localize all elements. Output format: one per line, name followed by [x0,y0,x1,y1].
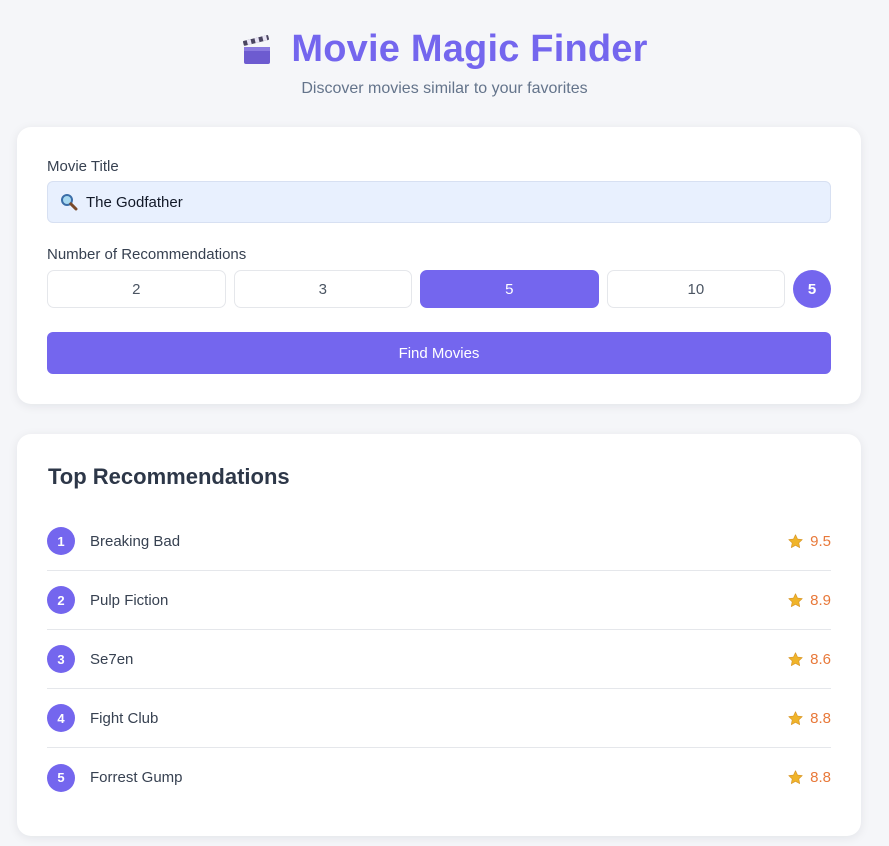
selected-count-badge: 5 [793,270,832,308]
count-option-2[interactable]: 2 [47,270,226,308]
rating-value: 8.9 [810,591,831,609]
page-subtitle: Discover movies similar to your favorite… [301,80,588,97]
star-icon [788,533,803,548]
star-icon [788,592,803,607]
results-list: 1 Breaking Bad 9.5 2 Pulp Fiction 8.9 3 … [47,512,831,807]
movie-name: Pulp Fiction [90,591,169,609]
movie-title-input[interactable] [86,182,830,222]
rank-badge: 4 [47,704,75,732]
magnifier-icon [61,194,78,211]
star-icon [788,651,803,666]
rating: 8.8 [787,769,831,786]
rank-badge: 2 [47,586,75,614]
count-option-3[interactable]: 3 [233,270,413,308]
results-card: Top Recommendations 1 Breaking Bad 9.5 2… [17,434,861,836]
movie-name: Breaking Bad [90,532,181,550]
app-header: Movie Magic Finder Discover movies simil… [0,26,889,98]
star-icon [788,770,803,784]
rating: 9.5 [787,533,831,550]
result-item[interactable]: 1 Breaking Bad 9.5 [47,512,831,571]
result-item[interactable]: 3 Se7en 8.6 [47,630,831,689]
find-movies-button[interactable]: Find Movies [47,332,831,374]
rating: 8.9 [787,592,831,609]
movie-name: Se7en [90,650,134,668]
rating: 8.6 [787,651,831,668]
result-item[interactable]: 2 Pulp Fiction 8.9 [47,571,831,630]
clapperboard-icon [243,35,271,64]
rank-badge: 5 [47,763,75,792]
page-title: Movie Magic Finder [291,27,648,70]
result-item[interactable]: 4 Fight Club 8.8 [47,689,831,748]
rating-value: 8.8 [810,709,831,727]
search-box[interactable] [47,181,831,223]
title-row: Movie Magic Finder [0,26,889,72]
recommendations-count-options: 2 3 5 10 5 [47,270,832,308]
count-option-5[interactable]: 5 [420,270,599,308]
count-option-10[interactable]: 10 [606,270,786,308]
movie-name: Forrest Gump [90,769,183,786]
rating-value: 8.6 [810,650,831,668]
rank-badge: 1 [47,527,75,555]
rating-value: 8.8 [810,769,831,786]
movie-name: Fight Club [90,709,159,727]
recommendations-count-label: Number of Recommendations [47,246,247,263]
movie-title-label: Movie Title [47,158,119,175]
result-item[interactable]: 5 Forrest Gump 8.8 [47,748,831,807]
search-card: Movie Title Number of Recommendations 2 … [17,127,861,404]
rank-badge: 3 [47,645,75,673]
rating: 8.8 [787,710,831,727]
star-icon [788,710,803,725]
rating-value: 9.5 [810,532,831,550]
results-title: Top Recommendations [48,464,290,489]
